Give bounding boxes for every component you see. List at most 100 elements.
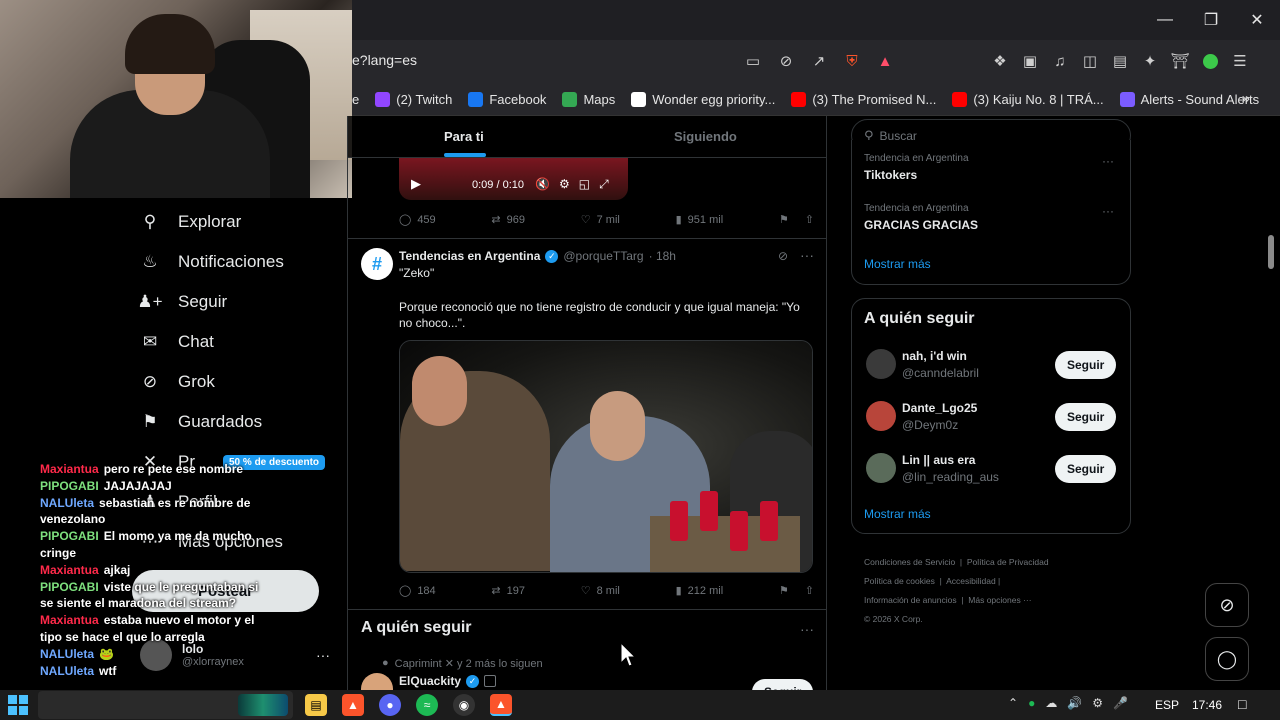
grok-fab-icon[interactable]: ⊘	[1205, 583, 1249, 627]
trend-name[interactable]: GRACIAS GRACIAS	[864, 218, 978, 232]
menu-icon[interactable]: ☰	[1229, 50, 1251, 72]
reply-button[interactable]: ◯ 184	[399, 584, 436, 598]
scrollbar-thumb[interactable]	[1268, 235, 1274, 269]
follow-button[interactable]: Seguir	[1055, 403, 1117, 431]
notifications-icon[interactable]: □	[1238, 696, 1246, 712]
restore-icon[interactable]: ❐	[1188, 0, 1234, 40]
footer-link[interactable]: Más opciones ···	[968, 595, 1031, 605]
show-more-link[interactable]: Mostrar más	[864, 507, 931, 521]
extensions-icon[interactable]: ❖	[989, 50, 1011, 72]
share-icon[interactable]: ↗	[808, 50, 830, 72]
like-button[interactable]: ♡ 8 mil	[581, 584, 620, 598]
trend-more-icon[interactable]: ···	[1102, 154, 1114, 168]
wallet-icon[interactable]: ▤	[1109, 50, 1131, 72]
minimize-icon[interactable]: —	[1142, 0, 1188, 40]
steam-icon[interactable]: ⚙	[1092, 696, 1103, 710]
share-post-icon[interactable]: ⇧	[805, 584, 814, 597]
language-indicator[interactable]: ESP	[1155, 698, 1179, 712]
repost-button[interactable]: ⇄ 969	[491, 213, 525, 227]
discord-icon[interactable]: ●	[379, 694, 401, 716]
file-explorer-icon[interactable]: ▤	[305, 694, 327, 716]
bookmark-item[interactable]: (3) The Promised N...	[791, 82, 936, 116]
bookmark-item[interactable]: Facebook	[468, 82, 546, 116]
footer-link[interactable]: Condiciones de Servicio	[864, 557, 955, 567]
tab-para-ti[interactable]: Para ti	[444, 129, 484, 144]
cloud-icon[interactable]: ☁	[1045, 696, 1057, 710]
nav-item-guardados[interactable]: ⚑ Guardados	[140, 402, 340, 442]
bookmark-item[interactable]: Wonder egg priority...	[631, 82, 775, 116]
reply-button[interactable]: ◯ 459	[399, 213, 436, 227]
footer-link[interactable]: Información de anuncios	[864, 595, 957, 605]
clock[interactable]: 17:46	[1192, 698, 1222, 712]
messages-fab-icon[interactable]: ◯	[1205, 637, 1249, 681]
suggestion-name[interactable]: Dante_Lgo25	[902, 401, 977, 415]
post-more-icon[interactable]: ···	[800, 247, 814, 263]
leo-icon[interactable]: ✦	[1139, 50, 1161, 72]
obs-icon[interactable]: ◉	[453, 694, 475, 716]
follow-suggestion[interactable]: Lin || aus era @lin_reading_aus Seguir	[852, 448, 1130, 496]
avatar[interactable]	[866, 349, 896, 379]
reader-icon[interactable]: ▣	[1019, 50, 1041, 72]
show-more-link[interactable]: Mostrar más	[864, 257, 931, 271]
brave-shield-icon[interactable]: ⛨	[841, 50, 863, 72]
follow-button[interactable]: Seguir	[1055, 455, 1117, 483]
vpn-icon[interactable]: ⛩	[1169, 50, 1191, 72]
url-text[interactable]: e?lang=es	[352, 52, 417, 68]
follow-suggestion[interactable]: nah, i'd win @canndelabril Seguir	[852, 344, 1130, 392]
bookmark-item[interactable]: Maps	[562, 82, 615, 116]
music-icon[interactable]: ♫	[1049, 50, 1071, 72]
views-button[interactable]: ▮ 951 mil	[676, 213, 724, 227]
suggestion-name[interactable]: Lin || aus era	[902, 453, 975, 467]
brave-active-icon[interactable]: ▲	[490, 694, 512, 716]
bookmark-icon[interactable]: ⚑	[779, 584, 789, 597]
settings-icon[interactable]: ⚙	[559, 177, 570, 192]
cast-icon[interactable]: ▭	[742, 50, 764, 72]
post-image[interactable]	[399, 340, 813, 573]
avatar-hashtag[interactable]: #	[361, 248, 393, 280]
zoom-icon[interactable]: ⊘	[775, 50, 797, 72]
spotify-icon[interactable]: ≈	[416, 694, 438, 716]
suggestion-name[interactable]: nah, i'd win	[902, 349, 967, 363]
sidebar-icon[interactable]: ◫	[1079, 50, 1101, 72]
bookmark-item[interactable]: (2) Twitch	[375, 82, 452, 116]
fullscreen-icon[interactable]: ⤢	[599, 177, 609, 192]
nav-item-grok[interactable]: ⊘ Grok	[140, 362, 340, 402]
tray-app-icon[interactable]: ●	[1028, 696, 1035, 710]
mute-icon[interactable]: 🔇	[535, 177, 550, 192]
bookmark-item[interactable]: (3) Kaiju No. 8 | TRÁ...	[952, 82, 1104, 116]
mic-icon[interactable]: 🎤	[1113, 696, 1128, 710]
windows-start-icon[interactable]	[8, 695, 28, 715]
tab-siguiendo[interactable]: Siguiendo	[674, 129, 737, 144]
avatar[interactable]	[866, 453, 896, 483]
bookmark-icon[interactable]: ⚑	[779, 213, 789, 226]
wtf-name[interactable]: ElQuackity	[399, 674, 461, 688]
follow-button[interactable]: Seguir	[1055, 351, 1117, 379]
avatar[interactable]	[361, 673, 393, 690]
brave-icon[interactable]: ▲	[342, 694, 364, 716]
footer-link[interactable]: Política de cookies	[864, 576, 935, 586]
repost-button[interactable]: ⇄ 197	[491, 584, 525, 598]
bookmark-item[interactable]: e	[352, 82, 359, 116]
footer-link[interactable]: Política de Privacidad	[967, 557, 1049, 567]
close-window-icon[interactable]: ✕	[1234, 0, 1280, 40]
views-button[interactable]: ▮ 212 mil	[676, 584, 724, 598]
follow-button[interactable]: Seguir	[752, 679, 814, 690]
more-dots-icon[interactable]: ···	[316, 647, 330, 663]
pip-icon[interactable]: ◱	[579, 177, 590, 192]
post-handle[interactable]: @porqueTTarg	[563, 249, 643, 263]
avatar[interactable]	[866, 401, 896, 431]
nav-item-seguir[interactable]: ♟+ Seguir	[137, 282, 340, 322]
trend-more-icon[interactable]: ···	[1102, 204, 1114, 218]
volume-icon[interactable]: 🔊	[1067, 696, 1082, 710]
taskbar-search[interactable]	[38, 691, 293, 719]
brave-rewards-icon[interactable]: ▲	[874, 50, 896, 72]
more-bookmarks-icon[interactable]: »	[1242, 90, 1250, 107]
nav-item-explorar[interactable]: ⚲ Explorar	[140, 202, 340, 242]
tray-chevron-icon[interactable]: ⌃	[1008, 696, 1018, 710]
follow-suggestion[interactable]: Dante_Lgo25 @Deym0z Seguir	[852, 396, 1130, 444]
like-button[interactable]: ♡ 7 mil	[581, 213, 620, 227]
profile-dot-icon[interactable]	[1199, 50, 1221, 72]
grok-post-icon[interactable]: ⊘	[778, 249, 788, 263]
nav-item-notificaciones[interactable]: ♨ Notificaciones	[140, 242, 340, 282]
nav-item-chat[interactable]: ✉ Chat	[140, 322, 340, 362]
